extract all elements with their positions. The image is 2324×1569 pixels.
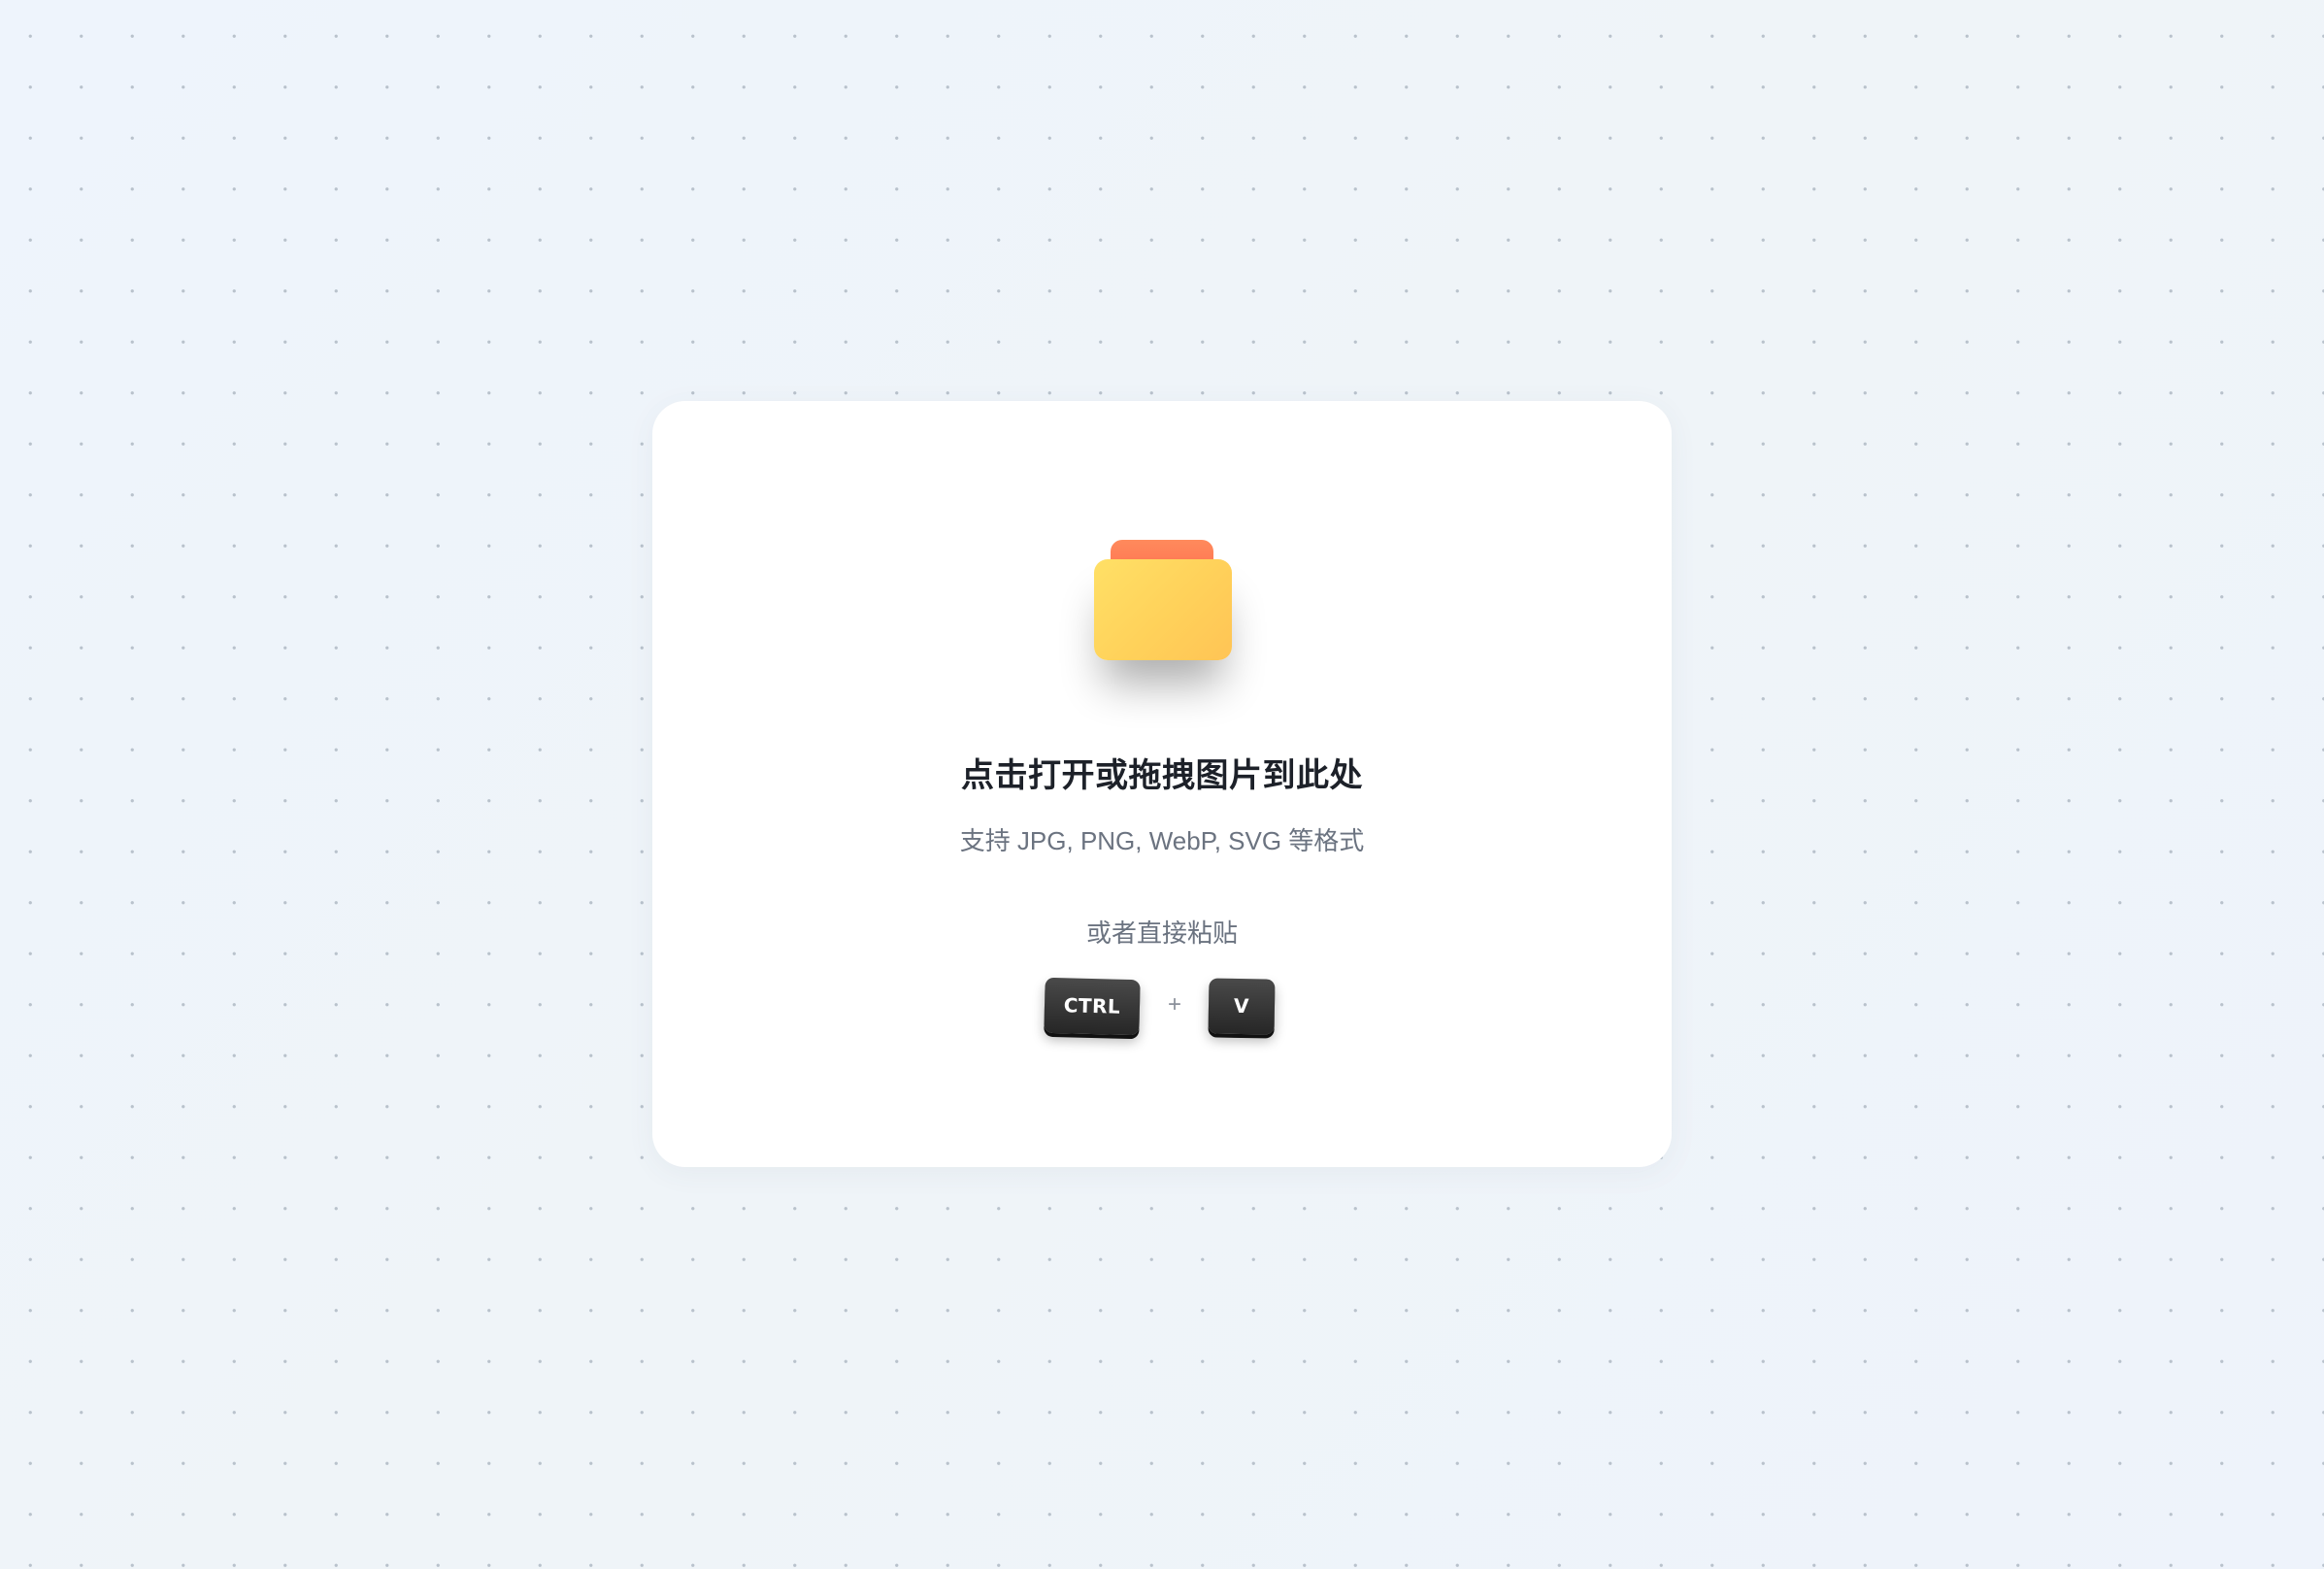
supported-formats-hint: 支持 JPG, PNG, WebP, SVG 等格式 xyxy=(959,826,1365,855)
ctrl-key: CTRL xyxy=(1044,977,1141,1036)
paste-hint: 或者直接粘贴 xyxy=(1085,918,1238,948)
folder-icon xyxy=(1094,540,1232,660)
upload-drop-zone[interactable]: 点击打开或拖拽图片到此处 支持 JPG, PNG, WebP, SVG 等格式 … xyxy=(652,401,1672,1167)
upload-title: 点击打开或拖拽图片到此处 xyxy=(961,757,1363,794)
folder-body xyxy=(1094,559,1232,660)
shortcut-plus: + xyxy=(1167,991,1181,1018)
v-key: V xyxy=(1208,978,1276,1035)
paste-shortcut: CTRL + V xyxy=(652,977,1672,1041)
